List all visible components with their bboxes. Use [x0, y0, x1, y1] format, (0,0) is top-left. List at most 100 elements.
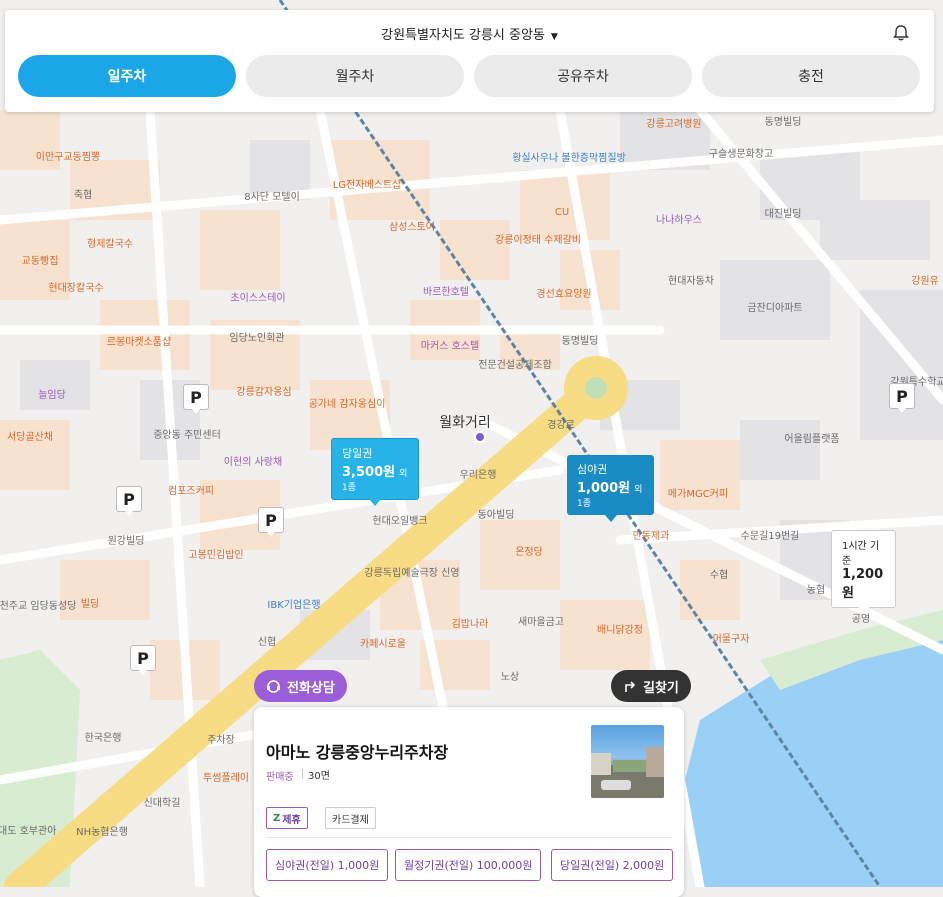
poi-label: 만동제과 — [632, 531, 670, 542]
poi-label: 빌딩 — [80, 599, 100, 610]
poi-label: 온정당 — [515, 547, 543, 558]
poi-label: 동아빌딩 — [477, 510, 515, 521]
divider — [266, 837, 672, 838]
bell-icon[interactable] — [892, 24, 910, 42]
tab-daily[interactable]: 일주차 — [18, 55, 236, 97]
phone-consult-button[interactable]: 전화상담 — [254, 670, 347, 702]
divider — [302, 769, 303, 779]
poi-label: 컴포즈커피 — [168, 486, 214, 497]
tab-monthly[interactable]: 월주차 — [246, 55, 464, 97]
poi-label: 동명빌딩 — [561, 336, 599, 347]
poi-label: 농협 — [806, 585, 826, 596]
caret-down-icon: ▼ — [550, 32, 558, 42]
poi-label: 어울림플랫폼 — [784, 434, 840, 445]
callout-title: 1시간 기준 — [842, 541, 880, 567]
space-count: 30면 — [308, 771, 330, 782]
poi-label: 임당노인회관 — [229, 333, 285, 344]
poi-label: CU — [554, 207, 570, 218]
tab-shared[interactable]: 공유주차 — [474, 55, 692, 97]
poi-label: 구슬생문화창고 — [708, 149, 774, 160]
partner-tag-label: 제휴 — [282, 814, 301, 826]
poi-label: 전문건설공제조합 — [478, 360, 552, 371]
card-payment-tag: 카드결제 — [325, 807, 376, 829]
poi-label: 8사단 모텔이 — [244, 192, 300, 203]
directions-button[interactable]: 길찾기 — [611, 670, 691, 702]
poi-label: 주차장 — [207, 735, 235, 746]
poi-label: 르봉마켓소품샵 — [106, 337, 172, 348]
poi-label: 신대학길 — [143, 798, 181, 809]
poi-label: 한국은행 — [84, 733, 122, 744]
poi-label: 머물구자 — [712, 634, 750, 645]
parking-lot-photo-image — [591, 747, 664, 798]
poi-label: LG전자베스트샵 — [332, 180, 402, 191]
parking-marker[interactable]: P — [130, 645, 156, 675]
poi-label: 투썸플레이 — [203, 773, 249, 784]
poi-label: 중앙동 주민센터 — [153, 430, 221, 441]
parking-marker[interactable]: P — [183, 384, 209, 414]
poi-label: 강원유 — [911, 276, 939, 287]
poi-label: 공영 — [851, 614, 871, 625]
parking-marker[interactable]: P — [889, 383, 915, 413]
poi-label: 동명빌딩 — [764, 117, 802, 128]
poi-label: 초이스스테이 — [230, 293, 286, 304]
poi-label: 현대오일뱅크 — [372, 516, 428, 527]
poi-label: 메가MGC커피 — [667, 489, 729, 500]
poi-label: 새마을금고 — [518, 617, 564, 628]
parking-info-card[interactable]: 아마노 강릉중앙누리주차장 판매중 30면 Z 제휴 카드결제 심야권(전일) … — [254, 707, 684, 897]
poi-label: 김밥나라 — [451, 619, 489, 630]
poi-label: 나나하우스 — [656, 215, 702, 226]
tab-charging[interactable]: 충전 — [702, 55, 920, 97]
headset-icon — [267, 679, 280, 693]
parking-type-tabs: 일주차 월주차 공유주차 충전 — [18, 55, 920, 97]
poi-label: 신협 — [257, 637, 277, 648]
poi-label: 수협 — [709, 570, 729, 581]
callout-title: 당일권 — [342, 447, 373, 460]
parking-lot-photo[interactable] — [591, 725, 664, 798]
poi-label: 강릉이정태 수제갈비 — [495, 235, 581, 246]
directions-label: 길찾기 — [643, 680, 679, 696]
callout-title: 심야권 — [577, 463, 608, 476]
turn-right-icon — [625, 681, 636, 692]
poi-label: 수문길19번길 — [740, 531, 800, 542]
poi-label: 대진빌딩 — [764, 209, 802, 220]
poi-label: 우리은행 — [459, 470, 497, 481]
poi-label: 공가네 감자옹심이 — [308, 399, 386, 410]
partner-z-icon: Z — [273, 812, 281, 824]
callout-price: 1,200원 — [842, 567, 884, 601]
poi-label: 서당골산채 — [7, 432, 53, 443]
poi-label: 천주교 임당동성당 — [0, 601, 77, 612]
poi-label: 이현의 사랑채 — [223, 457, 283, 468]
location-text: 강원특별자치도 강릉시 중앙동 — [381, 28, 545, 43]
parking-price-callout[interactable]: 심야권 1,000원 외 1종 — [567, 455, 654, 522]
parking-price-callout[interactable]: 1시간 기준 1,200원 — [831, 530, 896, 614]
parking-marker[interactable]: P — [258, 507, 284, 537]
parking-price-callout[interactable]: 당일권 3,500원 외 1종 — [331, 438, 419, 506]
poi-label: 경선효요양원 — [536, 289, 592, 300]
poi-label: 바르한호텔 — [423, 287, 469, 298]
callout-price: 3,500원 — [342, 465, 396, 480]
ticket-option-button[interactable]: 당일권(전일) 2,000원 — [551, 849, 674, 881]
poi-label: 강릉대도 호부관아 — [0, 826, 57, 837]
poi-label: IBK기업은행 — [267, 600, 321, 611]
parking-marker[interactable]: P — [116, 486, 142, 516]
poi-label: 축협 — [73, 190, 93, 201]
parking-lot-name: 아마노 강릉중앙누리주차장 — [266, 743, 449, 762]
poi-label: 강릉감자옹심 — [236, 387, 292, 398]
poi-label: 이만구교동찜뽕 — [35, 152, 101, 163]
poi-label: 원강빌딩 — [107, 536, 145, 547]
poi-label: 배니닭강정 — [597, 625, 643, 636]
poi-label: 교동빵집 — [21, 256, 59, 267]
poi-label: 금잔디아파트 — [747, 303, 803, 314]
sale-status: 판매중 — [266, 772, 294, 783]
ticket-option-button[interactable]: 월정기권(전일) 100,000원 — [395, 849, 542, 881]
poi-label: 강릉독립예술극장 신영 — [364, 568, 460, 579]
ticket-option-button[interactable]: 심야권(전일) 1,000원 — [266, 849, 389, 881]
poi-label: 현대장칼국수 — [48, 283, 104, 294]
poi-label: 월화거리 — [439, 415, 491, 431]
location-selector[interactable]: 강원특별자치도 강릉시 중앙동 ▼ — [5, 24, 934, 43]
partner-tag: Z 제휴 — [266, 807, 308, 829]
poi-label: 형제칼국수 — [87, 239, 133, 250]
poi-label: 노상 — [500, 672, 520, 683]
callout-price: 1,000원 — [577, 481, 631, 496]
poi-label: NH농협은행 — [76, 827, 128, 838]
